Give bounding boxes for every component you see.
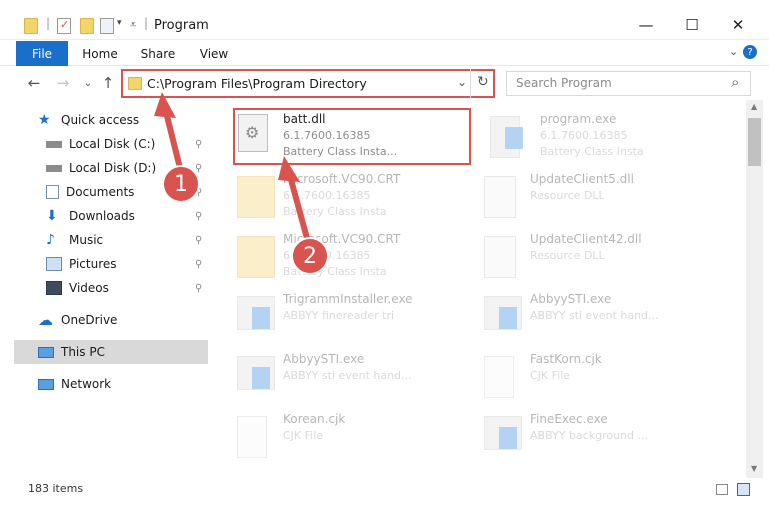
arrow-1 bbox=[163, 109, 183, 171]
annotation-arrows bbox=[154, 92, 311, 245]
arrow-1-head bbox=[154, 92, 176, 118]
arrow-2-head bbox=[278, 156, 300, 182]
callout-step-1: 1 bbox=[162, 165, 200, 203]
arrow-2 bbox=[287, 173, 311, 245]
callout-step-2: 2 bbox=[291, 237, 329, 275]
